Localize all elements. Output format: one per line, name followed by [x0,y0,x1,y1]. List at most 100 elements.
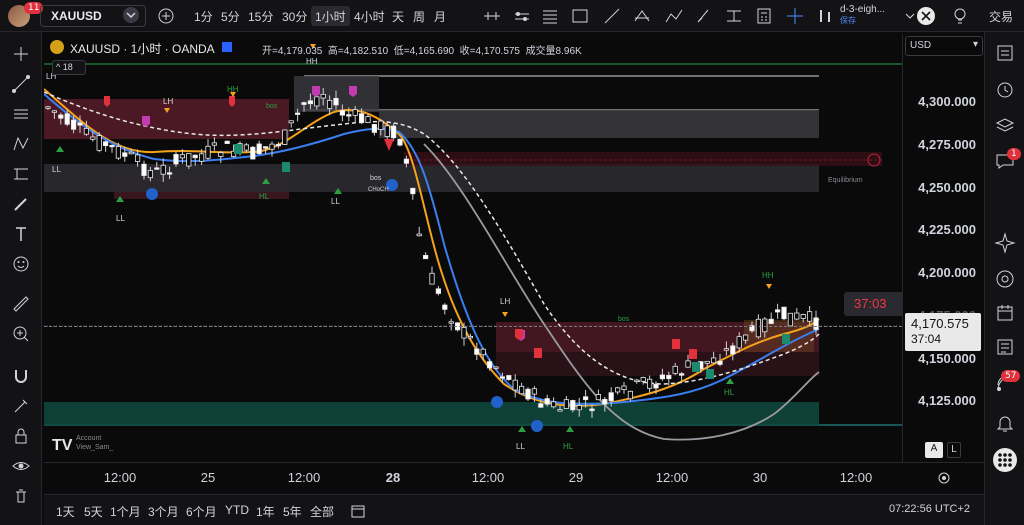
timeframe-1w[interactable]: 周 [409,6,429,26]
bar-chart-type-icon[interactable] [815,6,835,26]
calculator-icon[interactable] [754,6,774,26]
timeframe-1m[interactable]: 1分 [190,6,217,26]
trash-icon[interactable] [11,486,31,506]
rectangle-tool-icon[interactable] [570,6,590,26]
candle-body [704,360,710,364]
countdown-alert[interactable]: 37:03 [844,292,902,316]
time-tick-5: 12:00 [471,470,505,485]
candle-body [352,109,358,116]
flag-icon[interactable] [222,42,232,52]
symbol-search-button[interactable]: XAUUSD [40,5,146,27]
ideas-icon[interactable] [994,232,1016,254]
candle-body [416,233,422,237]
notifications-bell-icon[interactable] [994,412,1016,434]
indicators-collapse-button[interactable]: ^ 18 [52,60,86,75]
details-icon[interactable] [994,336,1016,358]
trendline-tool-icon[interactable] [482,6,502,26]
candle-body [550,401,557,408]
measure-tool-icon[interactable] [724,6,744,26]
prediction-tool-icon[interactable] [11,164,31,184]
path-tool-icon[interactable] [664,6,684,26]
candle-body [659,374,666,380]
price-tick-6: 4,150.000 [918,351,976,366]
ruler-icon[interactable] [11,294,31,314]
brush-tool-icon[interactable] [694,6,714,26]
candle-body [224,140,230,144]
symbol-title[interactable]: XAUUSD · 1小时 · OANDA [70,40,215,57]
crosshair-tool-icon[interactable] [11,44,31,64]
candle-body [787,312,794,327]
candle-body [128,151,134,155]
feed-badge: 57 [1001,370,1021,382]
apps-grid-icon[interactable] [993,448,1017,472]
candle-body [288,120,294,124]
watchlist-icon[interactable] [994,42,1016,64]
candle-body [390,125,397,139]
range-1d[interactable]: 1天 [56,503,75,520]
range-1m[interactable]: 1个月 [110,503,141,520]
horizontal-lines-icon[interactable] [11,104,31,124]
alarm-clock-icon[interactable] [994,78,1016,100]
time-axis[interactable]: 12:00 25 12:00 28 12:00 29 12:00 30 12:0… [44,462,986,490]
timeframe-15m[interactable]: 15分 [244,6,277,26]
target-icon[interactable] [994,268,1016,290]
trade-button[interactable]: 交易 [985,6,1017,26]
layers-icon[interactable] [994,114,1016,136]
chart-canvas[interactable]: LH LH LH HH HH HH LL LL LL LL HL HL HL b… [44,34,902,462]
candle-body [167,172,173,175]
timeframe-30m[interactable]: 30分 [278,6,311,26]
zoom-in-icon[interactable] [11,324,31,344]
candle-body [358,113,365,124]
settings-gear-icon[interactable] [936,470,952,486]
candle-body [198,153,205,162]
calendar-icon[interactable] [994,302,1016,324]
candle-body [147,170,153,179]
timeframe-1h[interactable]: 1小时 [311,6,350,26]
add-symbol-icon[interactable] [156,6,176,26]
candle-body [307,100,314,105]
currency-select[interactable]: USD ▾ [905,36,983,56]
lock-drawing-icon[interactable] [11,396,31,416]
timeframe-5m[interactable]: 5分 [217,6,244,26]
range-5y[interactable]: 5年 [283,503,302,520]
symbol-label: XAUUSD [51,9,102,23]
crosshair-icon[interactable] [785,6,805,26]
range-6m[interactable]: 6个月 [186,503,217,520]
auto-scale-button[interactable]: A [925,442,943,458]
timeframe-1mo[interactable]: 月 [430,6,450,26]
price-chart-svg[interactable]: LH LH LH HH HH HH LL LL LL LL HL HL HL b… [44,34,902,462]
ideas-bulb-icon[interactable] [950,6,970,26]
label-hl-3: HL [724,388,735,397]
svg-text:Account: Account [76,435,101,442]
layout-name[interactable]: d-3-eigh... 保存 [840,4,885,26]
range-ytd[interactable]: YTD [225,503,249,517]
pitchfork-tool-icon[interactable] [632,6,652,26]
candle-body [640,377,646,382]
label-hh-3: HH [762,271,774,280]
candle-body [422,255,429,260]
range-all[interactable]: 全部 [310,503,334,520]
clock[interactable]: 07:22:56 UTC+2 [889,503,970,515]
ray-tool-icon[interactable] [602,6,622,26]
timeframe-1d[interactable]: 天 [388,6,408,26]
go-to-date-icon[interactable] [350,503,366,519]
timeframe-4h[interactable]: 4小时 [350,6,389,26]
close-icon[interactable] [917,7,935,25]
brush-icon[interactable] [11,194,31,214]
magnet-icon[interactable] [11,366,31,386]
range-5d[interactable]: 5天 [84,503,103,520]
price-axis[interactable]: USD ▾ 4,300.000 4,275.000 4,250.000 4,22… [902,34,986,462]
line-tool-icon[interactable] [11,74,31,94]
fib-tool-icon[interactable] [540,6,560,26]
emoji-icon[interactable] [11,254,31,274]
price-tick-7: 4,125.000 [918,393,976,408]
range-1y[interactable]: 1年 [256,503,275,520]
log-scale-button[interactable]: L [947,442,961,458]
layout-save-label: 保存 [840,16,856,25]
range-3m[interactable]: 3个月 [148,503,179,520]
lock-icon[interactable] [11,426,31,446]
channel-tool-icon[interactable] [512,6,532,26]
eye-icon[interactable] [11,456,31,476]
pattern-tool-icon[interactable] [11,134,31,154]
text-tool-icon[interactable] [11,224,31,244]
